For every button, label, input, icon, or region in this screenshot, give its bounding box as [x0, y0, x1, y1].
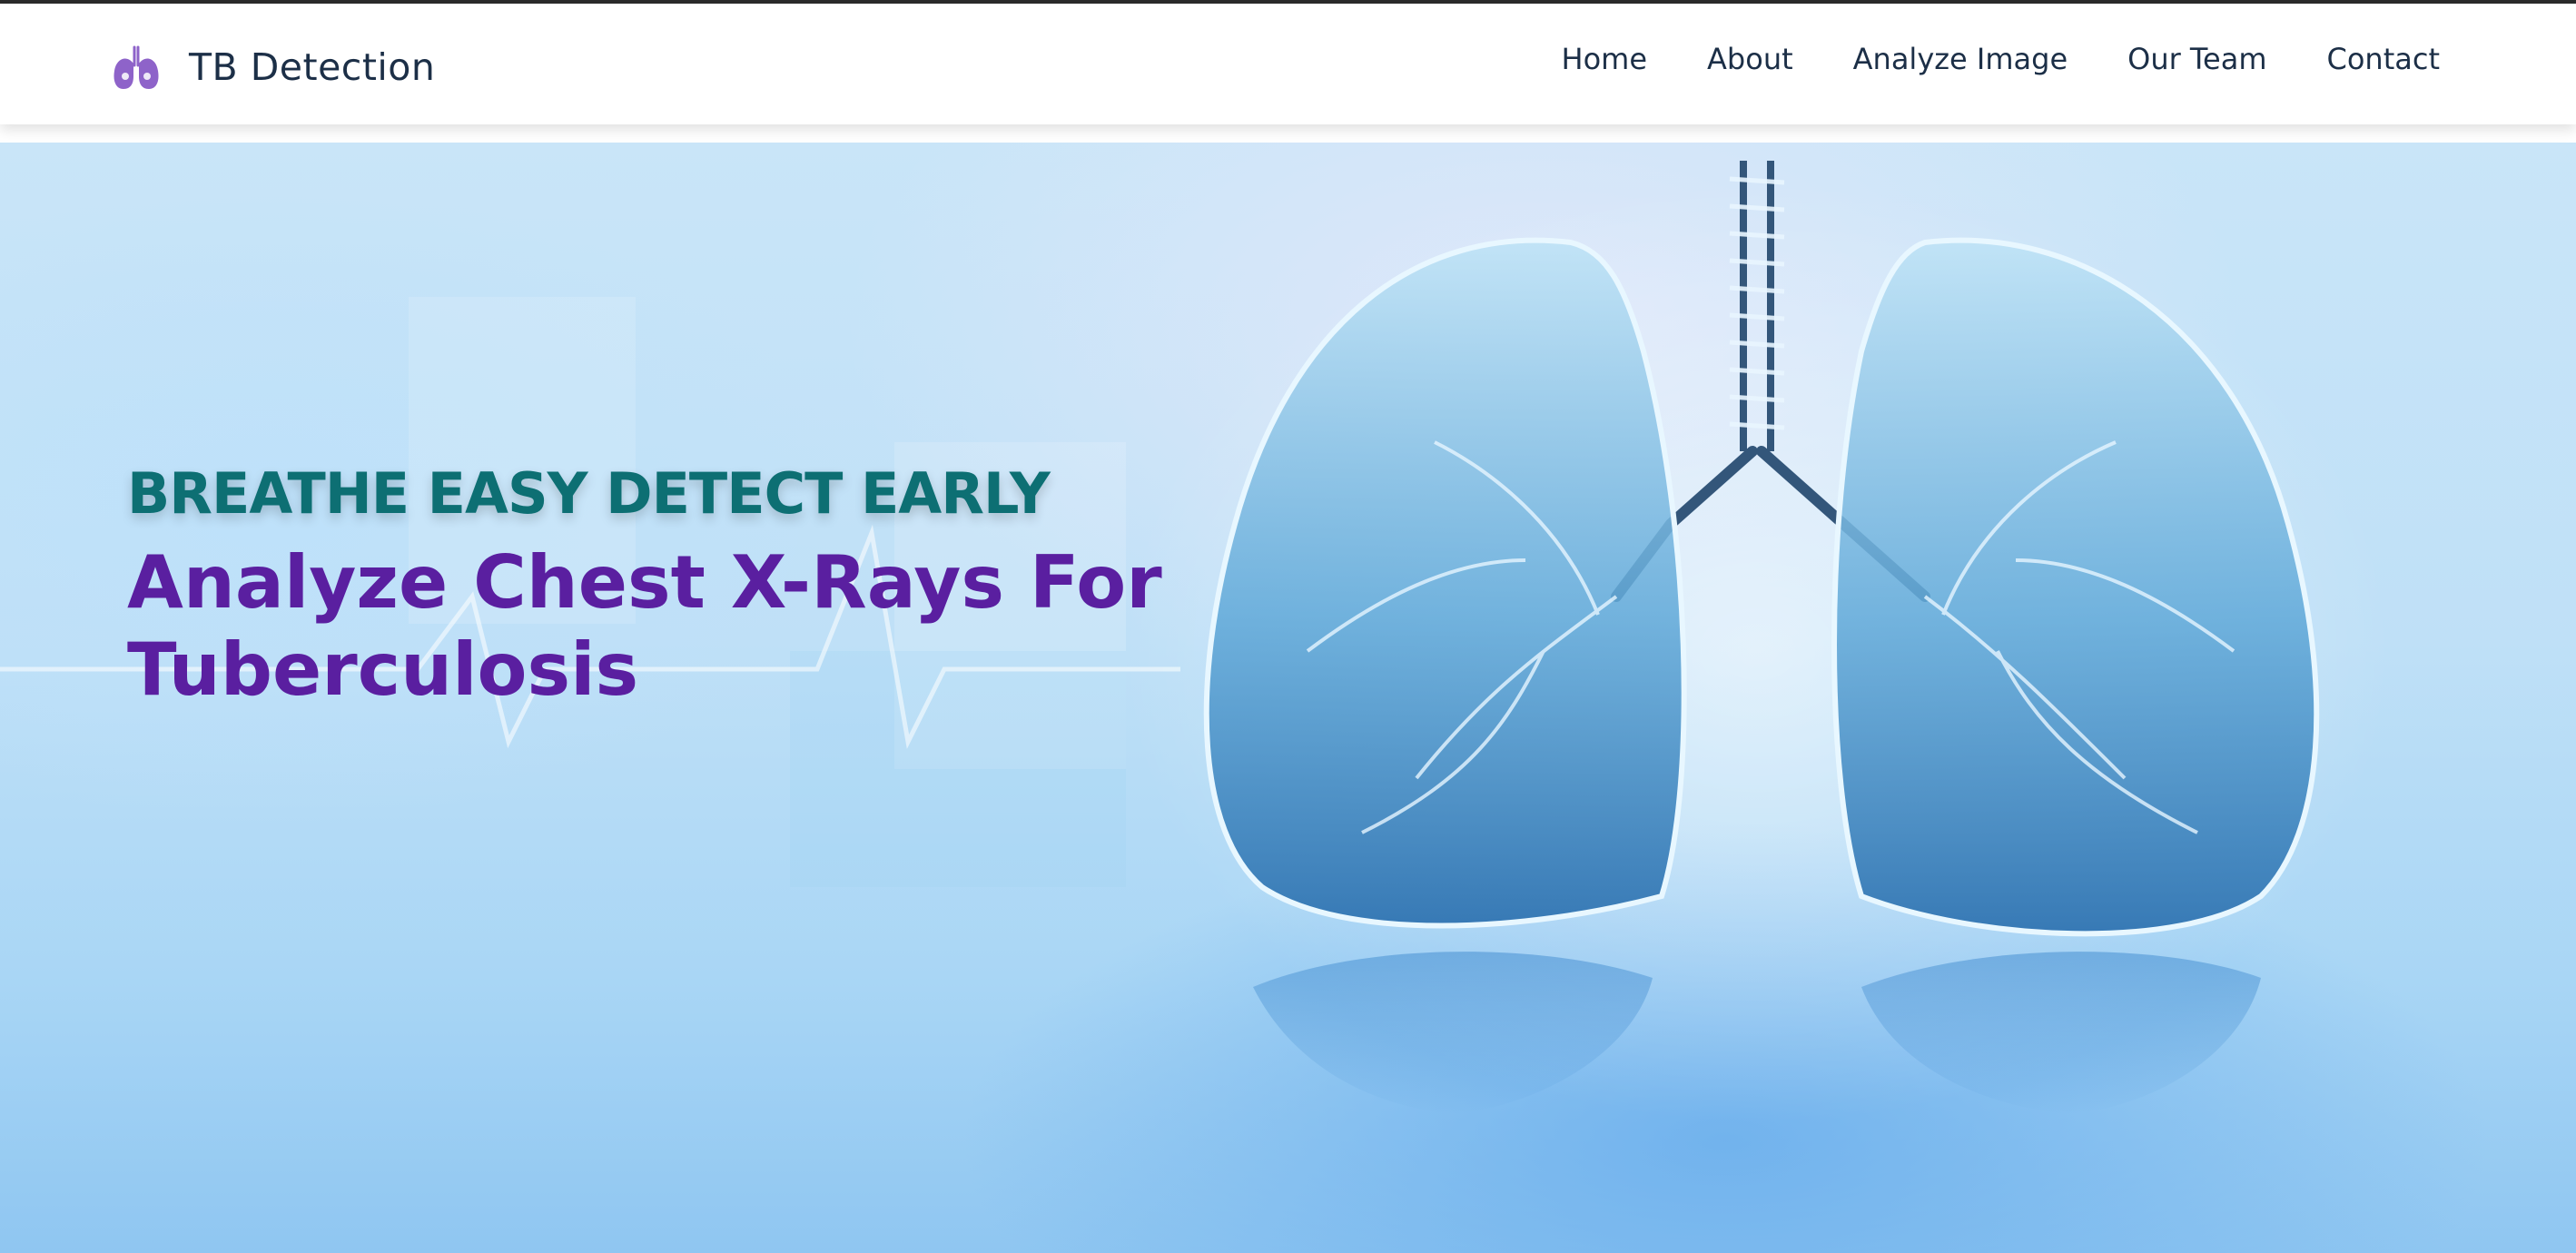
- nav-home[interactable]: Home: [1562, 42, 1648, 76]
- brand-name: TB Detection: [189, 45, 436, 89]
- hero-section: BREATHE EASY DETECT EARLY Analyze Chest …: [0, 143, 2576, 1253]
- nav-contact[interactable]: Contact: [2327, 42, 2441, 76]
- nav-about[interactable]: About: [1707, 42, 1793, 76]
- navbar: TB Detection Home About Analyze Image Ou…: [0, 4, 2576, 124]
- lungs-icon: [114, 45, 159, 89]
- nav-analyze-image[interactable]: Analyze Image: [1853, 42, 2068, 76]
- hero-headline-line1: Analyze Chest X-Rays For: [127, 540, 1162, 625]
- hero-tagline: BREATHE EASY DETECT EARLY: [127, 460, 1051, 527]
- hero-headline-line2: Tuberculosis: [127, 627, 639, 712]
- hero-text: BREATHE EASY DETECT EARLY Analyze Chest …: [127, 460, 1308, 714]
- main-nav: Home About Analyze Image Our Team Contac…: [1502, 42, 2440, 76]
- brand[interactable]: TB Detection: [107, 38, 435, 96]
- hero-headline: Analyze Chest X-Rays For Tuberculosis: [127, 539, 1308, 714]
- nav-our-team[interactable]: Our Team: [2127, 42, 2266, 76]
